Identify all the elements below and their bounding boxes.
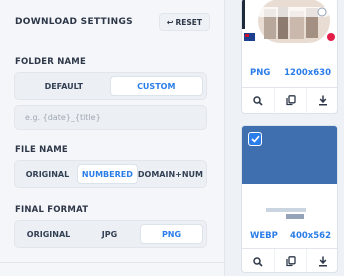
image-info: PNG 1200x630 [242,61,337,84]
image-card[interactable]: PNG 1200x630 [241,0,338,114]
image-dimensions: 400x562 [290,230,331,241]
image-dimensions: 1200x630 [284,67,331,78]
final-format-label: FINAL FORMAT [15,205,89,215]
undo-icon: ↩ [166,17,174,27]
file-option-original[interactable]: ORIGINAL [18,164,77,184]
image-thumbnail[interactable] [242,0,337,59]
copy-button[interactable] [273,249,307,272]
search-icon [253,95,263,106]
format-option-original[interactable]: ORIGINAL [18,224,79,244]
download-button[interactable] [306,249,337,272]
format-option-png[interactable]: PNG [140,224,203,244]
folder-name-toggle: DEFAULT CUSTOM [14,72,207,100]
image-format: WEBP [250,230,278,241]
zoom-button[interactable] [242,249,274,272]
zoom-button[interactable] [242,88,274,113]
settings-panel: DOWNLOAD SETTINGS ↩ RESET FOLDER NAME DE… [0,0,225,276]
image-format: PNG [250,67,271,78]
download-icon [319,256,328,267]
file-option-numbered[interactable]: NUMBERED [76,164,138,184]
panel-header: DOWNLOAD SETTINGS ↩ RESET [15,13,210,31]
copy-icon [285,95,296,106]
folder-name-label: FOLDER NAME [15,57,86,67]
reset-button[interactable]: ↩ RESET [158,13,210,31]
file-option-domain-num[interactable]: DOMAIN+NUM [138,164,203,184]
folder-name-input[interactable] [14,105,207,130]
panel-divider [0,262,225,263]
folder-option-custom[interactable]: CUSTOM [109,76,203,96]
copy-button[interactable] [273,88,307,113]
image-card[interactable]: WEBP 400x562 [241,125,338,273]
image-actions [242,248,337,272]
final-format-toggle: ORIGINAL JPG PNG [14,220,207,248]
download-settings-view: DOWNLOAD SETTINGS ↩ RESET FOLDER NAME DE… [0,0,344,276]
file-name-label: FILE NAME [15,145,68,155]
image-info: WEBP 400x562 [242,224,337,247]
image-actions [242,87,337,113]
file-name-toggle: ORIGINAL NUMBERED DOMAIN+NUM [14,160,207,188]
copy-icon [285,256,296,267]
download-button[interactable] [306,88,337,113]
download-icon [319,95,328,106]
folder-option-default[interactable]: DEFAULT [18,76,110,96]
search-icon [253,256,263,267]
panel-title: DOWNLOAD SETTINGS [15,17,133,27]
thumbnail-art [242,0,335,43]
checkmark-icon [250,135,260,143]
format-option-jpg[interactable]: JPG [79,224,140,244]
reset-label: RESET [175,17,202,27]
selected-checkbox[interactable] [248,132,262,146]
